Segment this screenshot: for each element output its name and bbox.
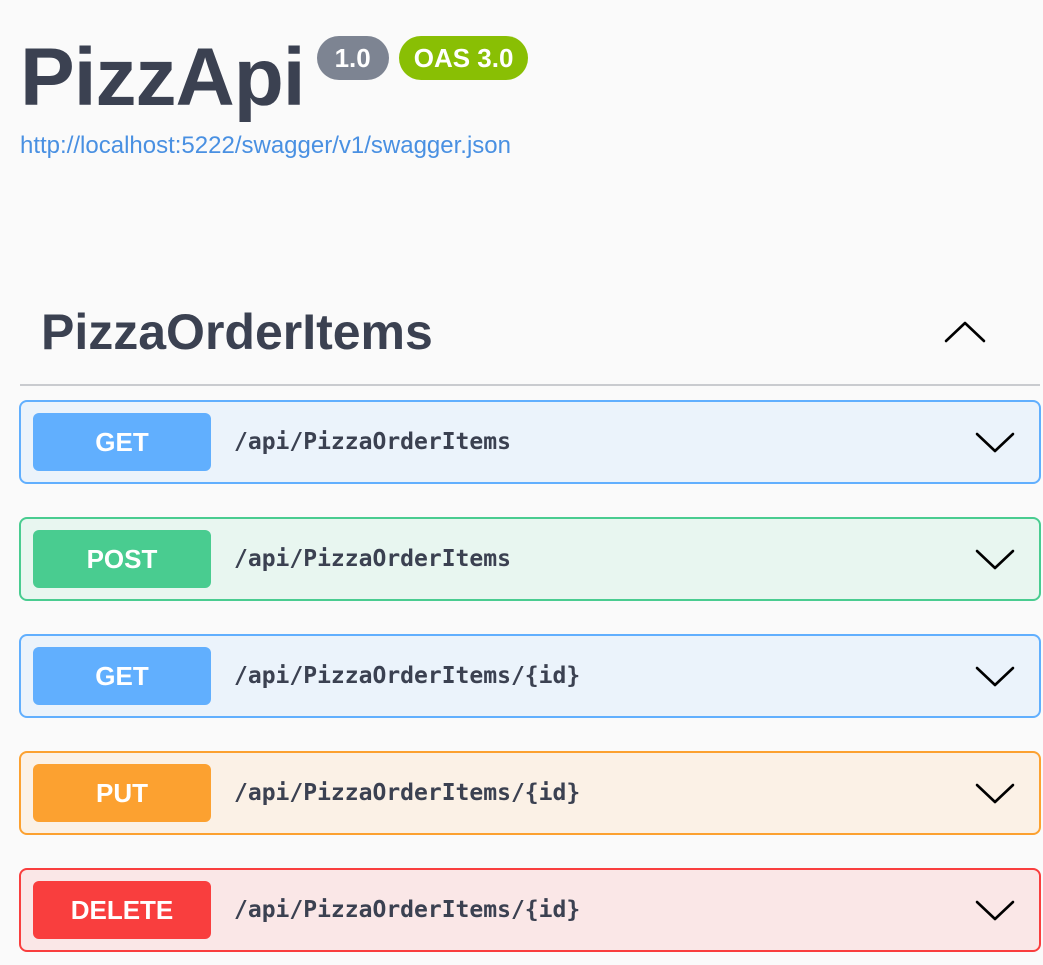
operation-path: /api/PizzaOrderItems/{id}: [234, 780, 581, 806]
chevron-down-icon[interactable]: [973, 661, 1017, 691]
chevron-down-icon[interactable]: [973, 544, 1017, 574]
method-badge: PUT: [33, 764, 211, 822]
tag-name: PizzaOrderItems: [41, 304, 433, 360]
method-badge: DELETE: [33, 881, 211, 939]
operation-post-items[interactable]: POST /api/PizzaOrderItems: [19, 517, 1041, 601]
oas-badge: OAS 3.0: [398, 36, 529, 80]
method-badge: GET: [33, 647, 211, 705]
operation-path: /api/PizzaOrderItems: [234, 429, 511, 455]
method-badge: GET: [33, 413, 211, 471]
swagger-page: PizzApi 1.0 OAS 3.0 http://localhost:522…: [0, 0, 1043, 965]
chevron-up-icon[interactable]: [940, 312, 990, 352]
operation-get-item-by-id[interactable]: GET /api/PizzaOrderItems/{id}: [19, 634, 1041, 718]
operation-path: /api/PizzaOrderItems/{id}: [234, 897, 581, 923]
api-title: PizzApi: [20, 32, 306, 123]
chevron-down-icon[interactable]: [973, 427, 1017, 457]
title-row: PizzApi 1.0 OAS 3.0: [20, 28, 538, 128]
operation-delete-item[interactable]: DELETE /api/PizzaOrderItems/{id}: [19, 868, 1041, 952]
operation-path: /api/PizzaOrderItems: [234, 546, 511, 572]
method-badge: POST: [33, 530, 211, 588]
tag-section-header[interactable]: PizzaOrderItems: [20, 280, 1040, 386]
api-info: PizzApi 1.0 OAS 3.0 http://localhost:522…: [20, 28, 538, 162]
operation-path: /api/PizzaOrderItems/{id}: [234, 663, 581, 689]
version-badges: 1.0 OAS 3.0: [316, 36, 539, 80]
operations-list: GET /api/PizzaOrderItems POST /api/Pizza…: [19, 400, 1041, 965]
chevron-down-icon[interactable]: [973, 895, 1017, 925]
operation-put-item[interactable]: PUT /api/PizzaOrderItems/{id}: [19, 751, 1041, 835]
operation-get-items[interactable]: GET /api/PizzaOrderItems: [19, 400, 1041, 484]
chevron-down-icon[interactable]: [973, 778, 1017, 808]
version-badge: 1.0: [316, 36, 389, 80]
spec-url-link[interactable]: http://localhost:5222/swagger/v1/swagger…: [20, 130, 538, 162]
